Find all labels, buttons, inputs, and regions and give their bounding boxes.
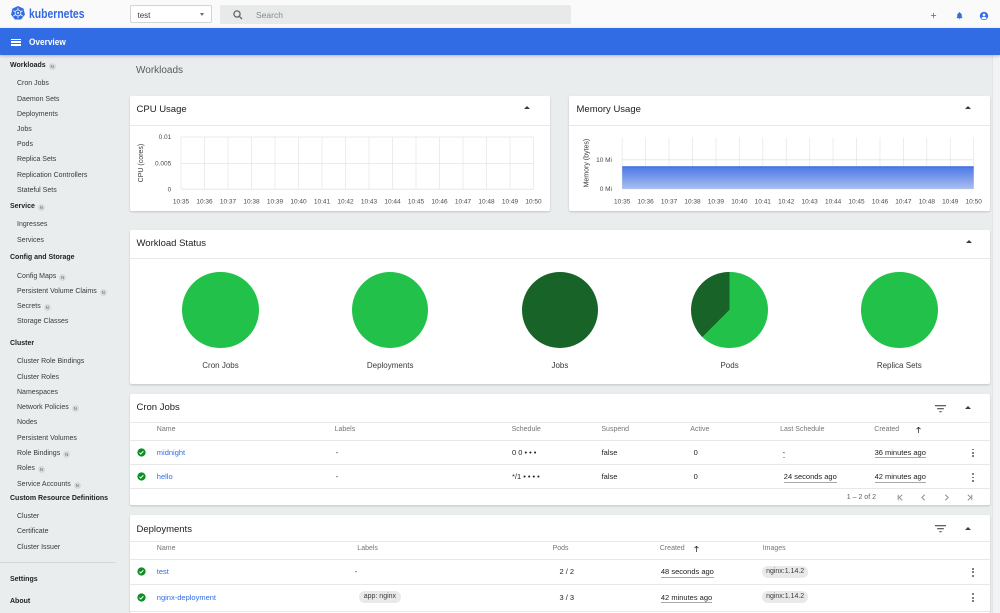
- svg-text:10:39: 10:39: [707, 198, 724, 205]
- svg-text:10 Mi: 10 Mi: [596, 157, 612, 164]
- svg-text:10:42: 10:42: [337, 198, 354, 205]
- svg-text:10:38: 10:38: [684, 198, 701, 205]
- svg-text:10:45: 10:45: [408, 198, 425, 205]
- svg-text:10:42: 10:42: [778, 198, 795, 205]
- svg-text:10:48: 10:48: [478, 198, 495, 205]
- svg-text:10:41: 10:41: [314, 198, 331, 205]
- svg-text:0: 0: [168, 186, 172, 193]
- svg-text:10:46: 10:46: [871, 198, 888, 205]
- svg-text:Memory (bytes): Memory (bytes): [583, 139, 590, 188]
- svg-text:10:49: 10:49: [942, 198, 959, 205]
- svg-text:10:40: 10:40: [731, 198, 748, 205]
- svg-text:10:50: 10:50: [965, 198, 982, 205]
- svg-text:10:38: 10:38: [243, 198, 260, 205]
- svg-text:0 Mi: 0 Mi: [599, 186, 611, 193]
- svg-text:10:35: 10:35: [173, 198, 190, 205]
- svg-text:10:50: 10:50: [525, 198, 542, 205]
- svg-text:10:35: 10:35: [614, 198, 631, 205]
- svg-text:10:44: 10:44: [384, 198, 401, 205]
- svg-text:10:39: 10:39: [267, 198, 284, 205]
- svg-text:10:40: 10:40: [290, 198, 307, 205]
- svg-text:10:48: 10:48: [918, 198, 935, 205]
- svg-text:10:43: 10:43: [361, 198, 378, 205]
- svg-text:10:41: 10:41: [754, 198, 771, 205]
- svg-text:10:44: 10:44: [824, 198, 841, 205]
- svg-text:10:49: 10:49: [502, 198, 519, 205]
- svg-text:CPU (cores): CPU (cores): [138, 144, 145, 183]
- svg-text:10:37: 10:37: [660, 198, 677, 205]
- svg-text:10:43: 10:43: [801, 198, 818, 205]
- svg-text:10:47: 10:47: [895, 198, 912, 205]
- svg-text:10:37: 10:37: [220, 198, 237, 205]
- svg-text:0.005: 0.005: [155, 161, 172, 168]
- svg-text:10:36: 10:36: [637, 198, 654, 205]
- svg-text:10:47: 10:47: [455, 198, 472, 205]
- svg-text:10:36: 10:36: [196, 198, 213, 205]
- svg-text:0.01: 0.01: [159, 134, 172, 141]
- svg-text:10:45: 10:45: [848, 198, 865, 205]
- svg-text:10:46: 10:46: [431, 198, 448, 205]
